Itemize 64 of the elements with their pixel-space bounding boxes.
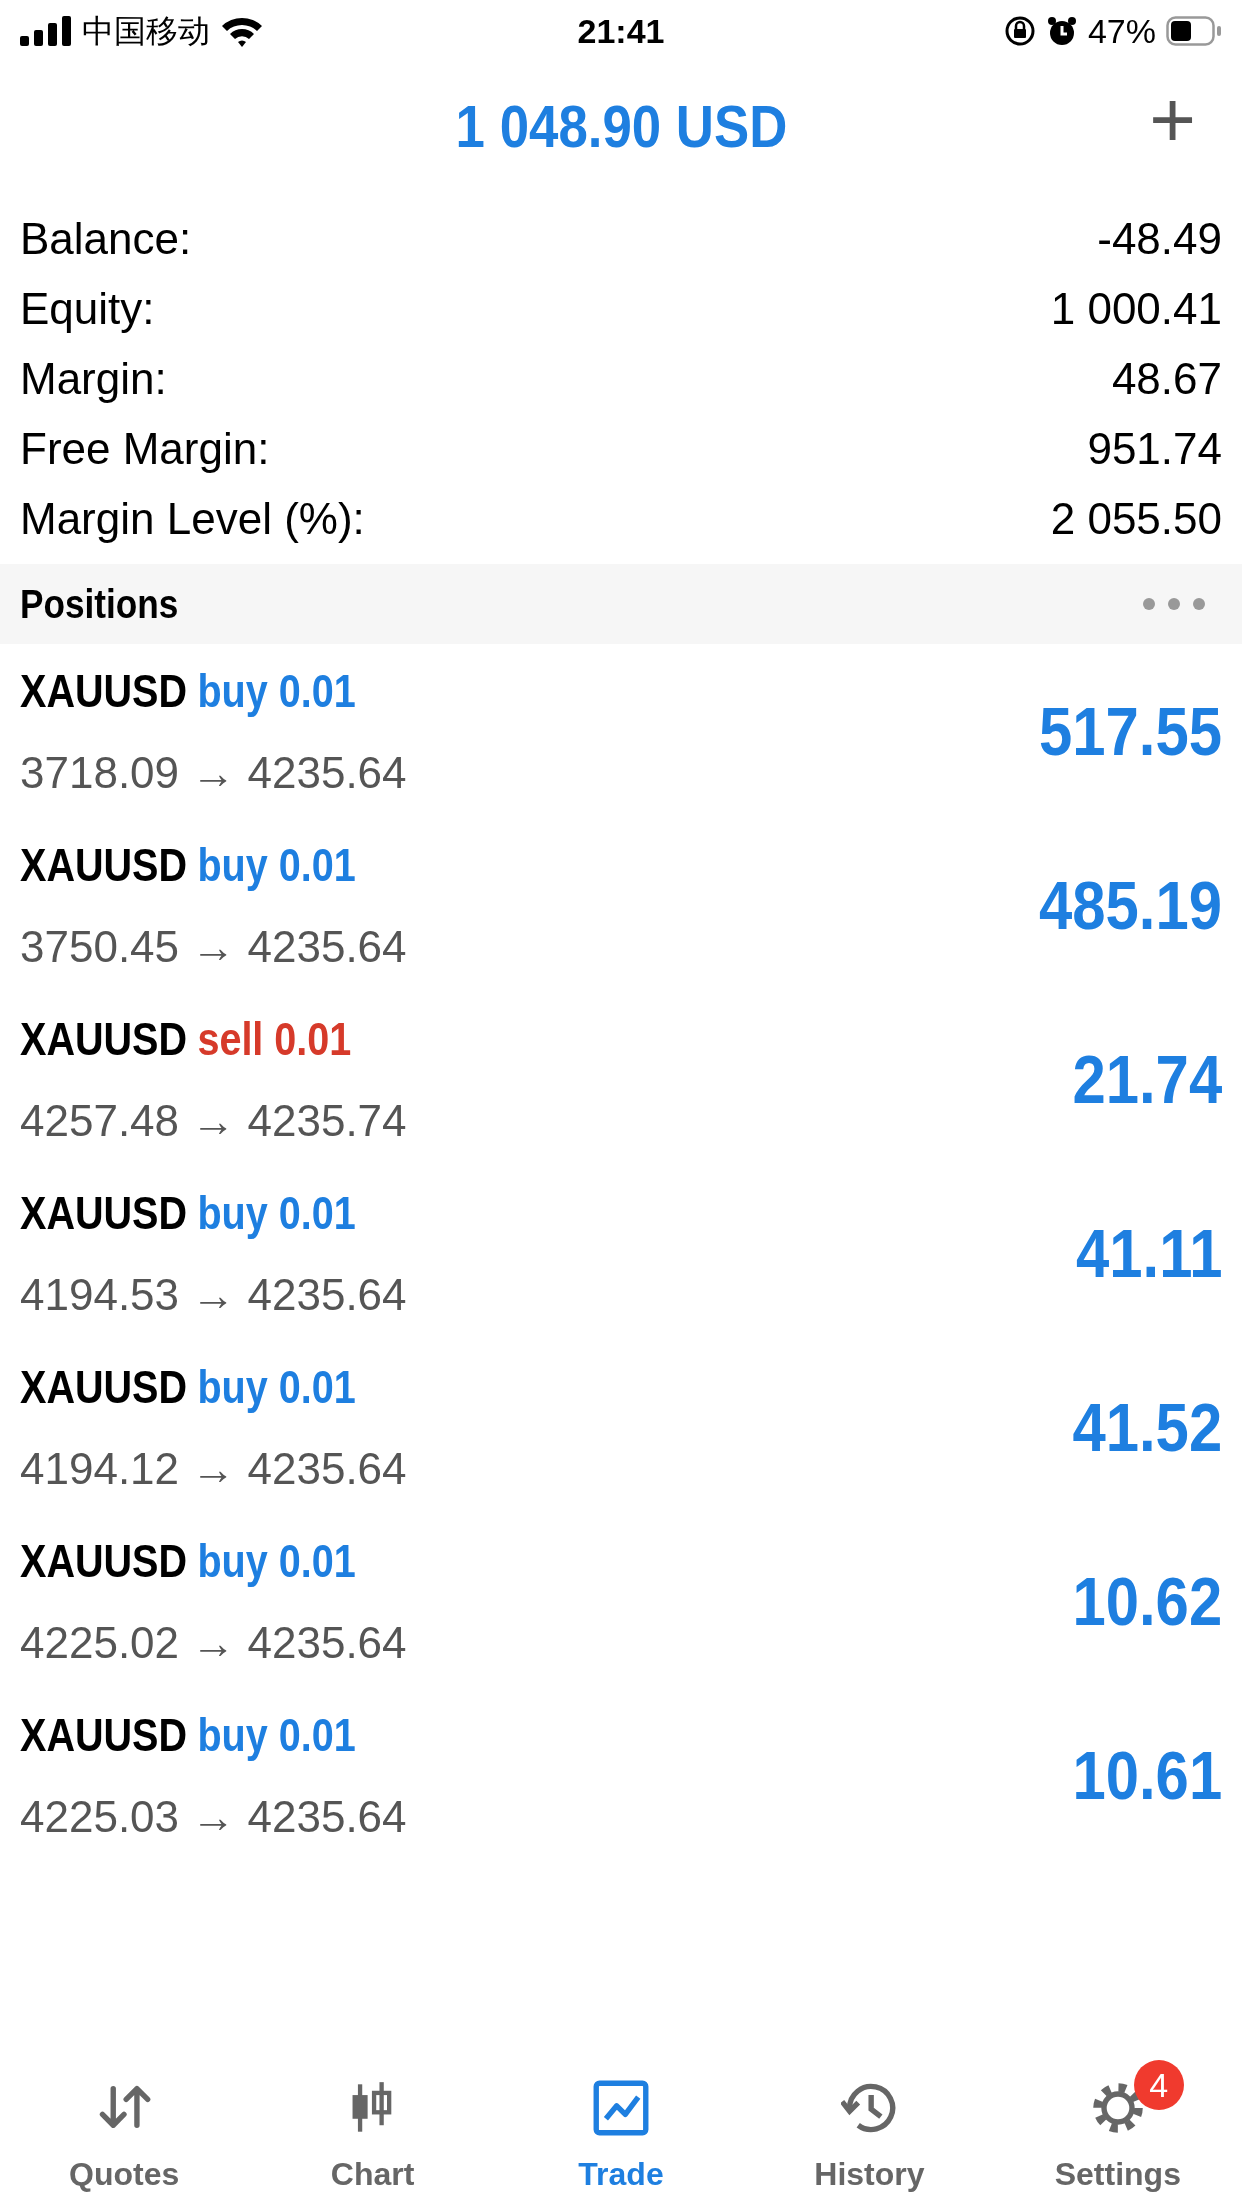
account-total: 1 048.90 USD (455, 92, 787, 162)
profit-value: 10.61 (1072, 1736, 1222, 1815)
tab-button[interactable]: History (745, 2058, 994, 2198)
order-type: buy 0.01 (197, 1359, 356, 1415)
position-row[interactable]: XAUUSD buy 0.01 3718.09 → 4235.64 517.55 (0, 644, 1242, 818)
clock-time: 21:41 (577, 10, 665, 52)
summary-value: 2 055.50 (1050, 493, 1222, 545)
price-range: 3718.09 → 4235.64 (20, 746, 408, 799)
summary-label: Free Margin: (20, 423, 270, 475)
more-icon[interactable] (1142, 597, 1206, 611)
summary-label: Margin Level (%): (20, 493, 365, 545)
profit-value: 41.52 (1072, 1388, 1222, 1467)
order-type: buy 0.01 (197, 1707, 356, 1763)
summary-label: Margin: (20, 353, 167, 405)
position-row[interactable]: XAUUSD buy 0.01 4225.03 → 4235.64 10.61 (0, 1688, 1242, 1862)
tab-button[interactable]: Settings 4 (993, 2058, 1242, 2198)
symbol-name: XAUUSD (20, 1707, 188, 1763)
symbol-name: XAUUSD (20, 837, 188, 893)
symbol-name: XAUUSD (20, 1185, 188, 1241)
order-type: buy 0.01 (197, 1533, 356, 1589)
order-type: buy 0.01 (197, 837, 356, 893)
signal-icon (20, 16, 72, 46)
profit-value: 485.19 (1038, 866, 1222, 945)
battery-icon (1166, 16, 1222, 46)
symbol-name: XAUUSD (20, 1359, 188, 1415)
price-range: 3750.45 → 4235.64 (20, 920, 408, 973)
price-range: 4257.48 → 4235.74 (20, 1094, 407, 1147)
summary-value: 951.74 (1087, 423, 1222, 475)
summary-label: Balance: (20, 213, 192, 265)
wifi-icon (220, 15, 264, 47)
rotation-lock-icon (1003, 15, 1036, 47)
symbol-name: XAUUSD (20, 1011, 188, 1067)
summary-value: 1 000.41 (1050, 283, 1222, 335)
order-type: buy 0.01 (197, 1185, 356, 1241)
profit-value: 41.11 (1075, 1214, 1222, 1293)
symbol-name: XAUUSD (20, 663, 188, 719)
profit-value: 517.55 (1038, 692, 1222, 771)
position-row[interactable]: XAUUSD sell 0.01 4257.48 → 4235.74 21.74 (0, 992, 1242, 1166)
summary-label: Equity: (20, 283, 155, 335)
summary-value: -48.49 (1097, 213, 1222, 265)
order-type: buy 0.01 (197, 663, 356, 719)
tab-button[interactable]: Quotes (0, 2058, 249, 2198)
position-row[interactable]: XAUUSD buy 0.01 4194.53 → 4235.64 41.11 (0, 1166, 1242, 1340)
notification-badge: 4 (1133, 2060, 1184, 2110)
price-range: 4225.03 → 4235.64 (20, 1790, 408, 1843)
summary-value: 48.67 (1111, 353, 1222, 405)
position-row[interactable]: XAUUSD buy 0.01 4225.02 → 4235.64 10.62 (0, 1514, 1242, 1688)
tab-button[interactable]: Chart (248, 2058, 497, 2198)
alarm-icon (1045, 15, 1078, 47)
battery-percent: 47% (1087, 10, 1156, 52)
carrier-name: 中国移动 (82, 11, 210, 52)
price-range: 4194.12 → 4235.64 (20, 1442, 408, 1495)
tab-button[interactable]: Trade (496, 2058, 746, 2198)
symbol-name: XAUUSD (20, 1533, 188, 1589)
profit-value: 21.74 (1072, 1040, 1222, 1119)
position-row[interactable]: XAUUSD buy 0.01 4194.12 → 4235.64 41.52 (0, 1340, 1242, 1514)
profit-value: 10.62 (1072, 1562, 1222, 1641)
chart-icon (593, 2080, 649, 2136)
price-range: 4194.53 → 4235.64 (20, 1268, 408, 1321)
add-button[interactable]: + (1139, 80, 1206, 160)
order-type: sell 0.01 (197, 1011, 352, 1067)
section-title: Positions (20, 581, 179, 628)
position-row[interactable]: XAUUSD buy 0.01 3750.45 → 4235.64 485.19 (0, 818, 1242, 992)
price-range: 4225.02 → 4235.64 (20, 1616, 408, 1669)
